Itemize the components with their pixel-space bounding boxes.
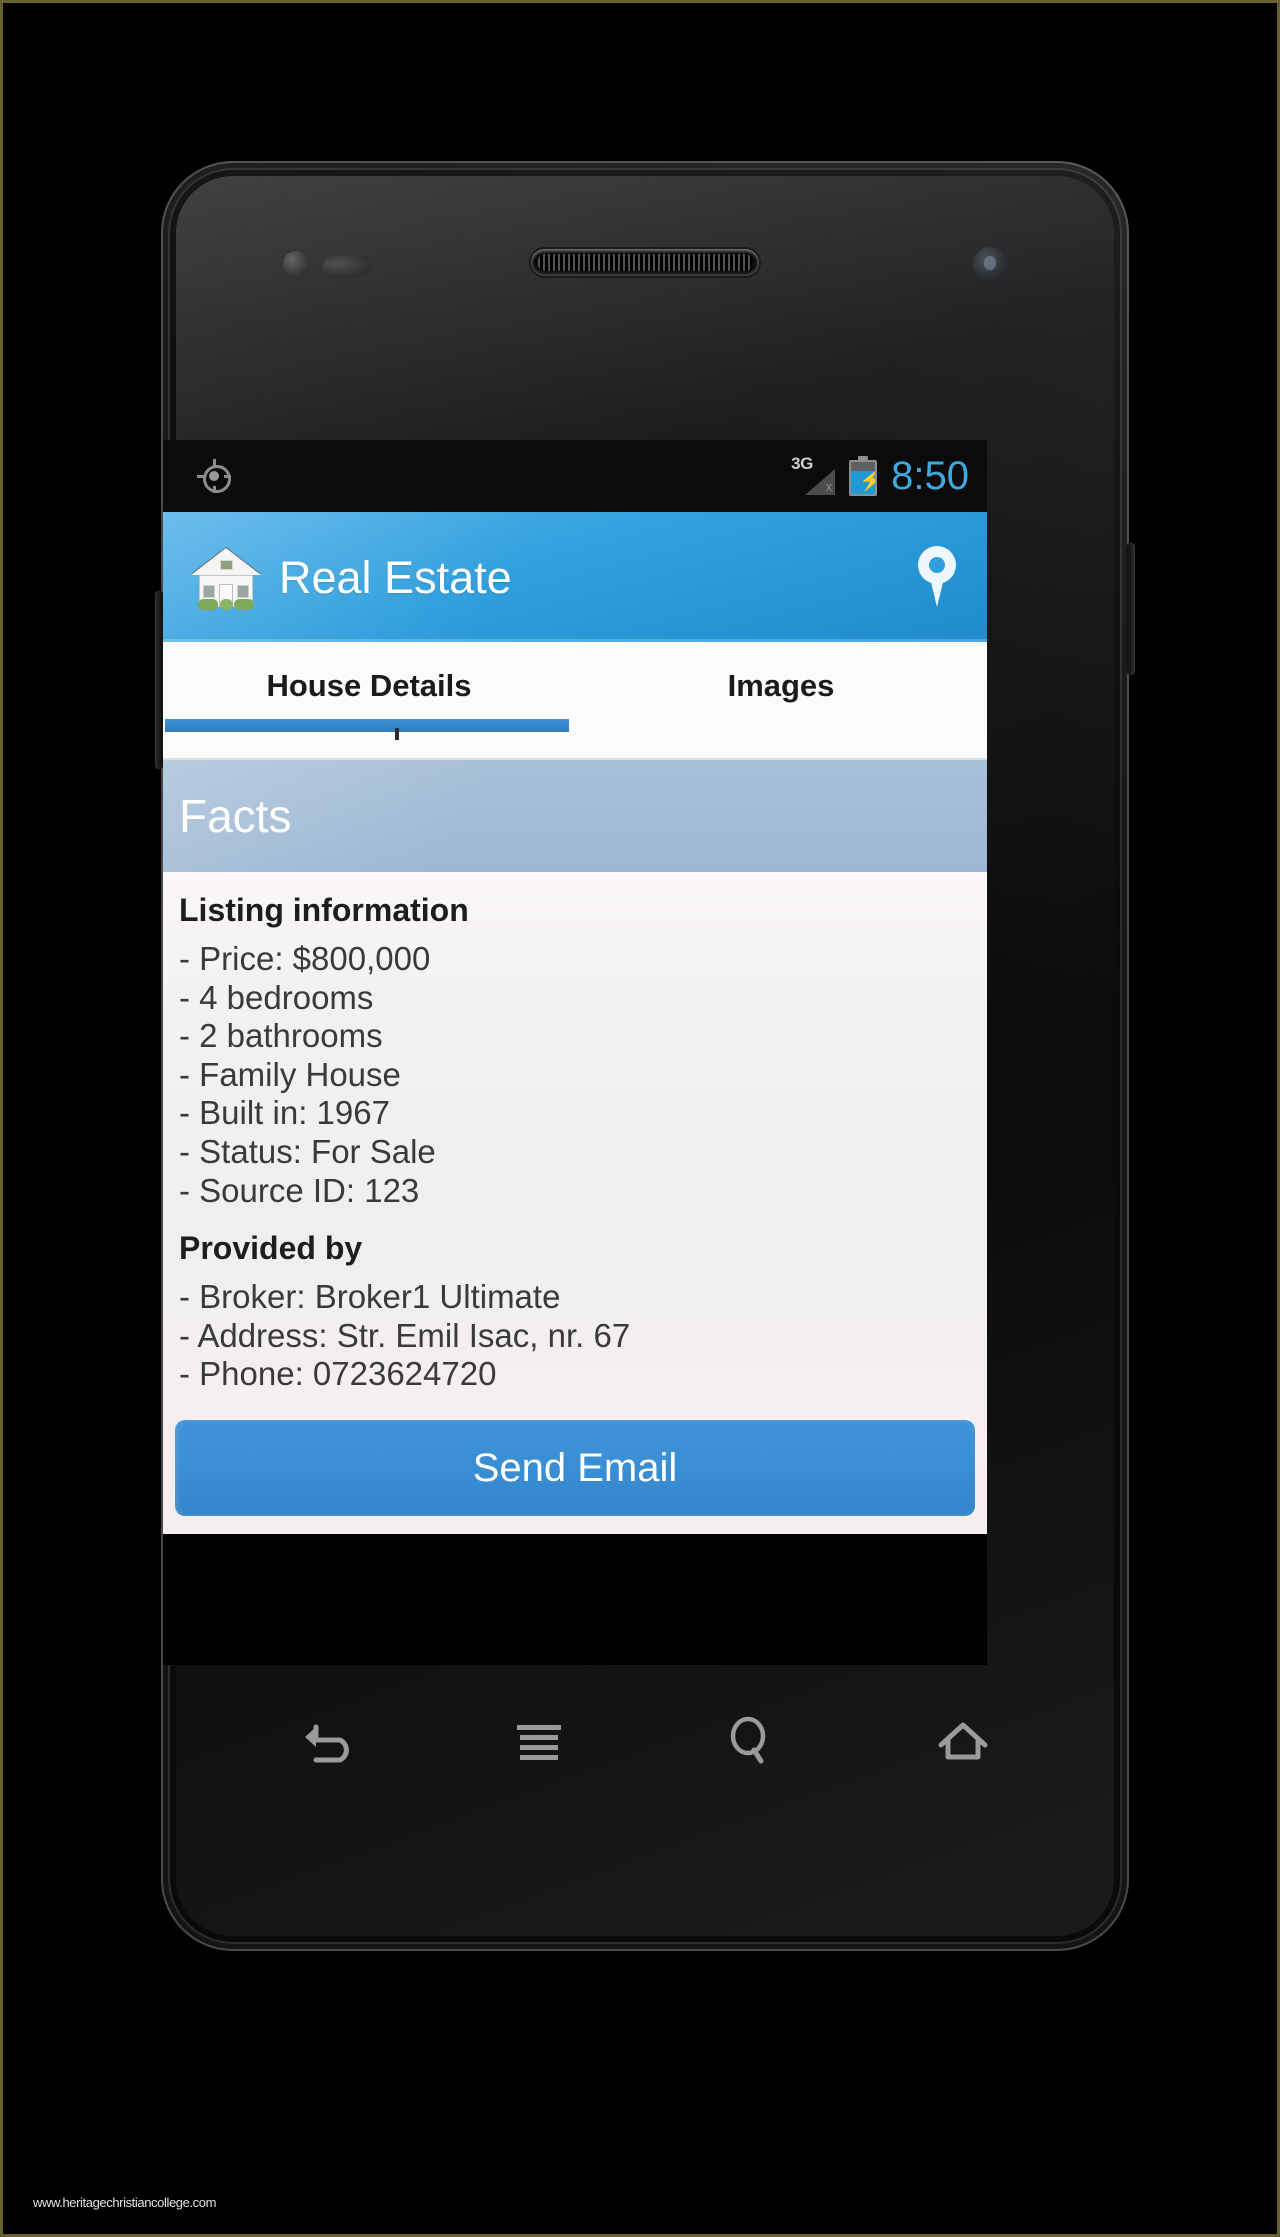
app-bar: Real Estate: [163, 512, 987, 642]
status-bar: 3G x ⚡ 8:50: [163, 440, 987, 512]
tab-bar: House Details Images: [163, 642, 987, 760]
map-pin-icon[interactable]: [915, 546, 959, 608]
menu-button[interactable]: [479, 1691, 599, 1791]
back-icon: [296, 1715, 358, 1767]
list-item: - Built in: 1967: [179, 1094, 390, 1132]
list-item: - Family House: [179, 1055, 401, 1093]
no-signal-x-icon: x: [825, 479, 833, 494]
back-button[interactable]: [267, 1691, 387, 1791]
list-item: - 2 bathrooms: [179, 1017, 383, 1055]
list-item: - Phone: 0723624720: [179, 1355, 497, 1393]
page-frame: 3G x ⚡ 8:50: [0, 0, 1280, 2237]
proximity-sensor-icon: [283, 251, 309, 277]
tab-images[interactable]: Images: [575, 642, 987, 760]
facts-section-title: Facts: [179, 790, 292, 842]
search-icon: [723, 1714, 779, 1768]
gps-crosshair-icon: [197, 459, 231, 493]
tab-active-indicator: [165, 719, 569, 732]
power-button[interactable]: [1126, 543, 1135, 675]
details-content: Listing information - Price: $800,000 - …: [163, 872, 987, 1535]
search-button[interactable]: [691, 1691, 811, 1791]
status-bar-left: [197, 459, 231, 493]
phone-device: 3G x ⚡ 8:50: [155, 161, 1135, 1951]
house-icon: [189, 540, 263, 614]
watermark-text: www.heritagechristiancollege.com: [33, 2195, 217, 2210]
home-button[interactable]: [903, 1691, 1023, 1791]
signal-strength-icon: 3G x: [791, 455, 836, 495]
phone-screen: 3G x ⚡ 8:50: [163, 440, 987, 1665]
app-title: Real Estate: [279, 551, 512, 603]
status-bar-right: 3G x ⚡ 8:50: [791, 454, 969, 498]
light-sensor-icon: [323, 255, 371, 277]
tab-images-label: Images: [727, 668, 835, 703]
list-item: - Address: Str. Emil Isac, nr. 67: [179, 1316, 631, 1354]
earpiece-mesh: [538, 254, 752, 271]
android-nav-bar: [221, 1681, 1069, 1801]
tab-house-details[interactable]: House Details: [163, 642, 575, 760]
provided-by-list: - Broker: Broker1 Ultimate - Address: St…: [163, 1278, 987, 1394]
list-item: - 4 bedrooms: [179, 978, 374, 1016]
front-camera-icon: [973, 247, 1007, 281]
group-title-provided-by: Provided by: [179, 1230, 363, 1267]
tab-caret-marker: [395, 728, 400, 740]
facts-section-header: Facts: [163, 760, 987, 872]
menu-icon: [511, 1716, 567, 1766]
listing-information-list: - Price: $800,000 - 4 bedrooms - 2 bathr…: [163, 940, 987, 1210]
tab-house-details-label: House Details: [266, 668, 472, 703]
battery-charging-icon: ⚡: [849, 456, 878, 496]
send-email-button-wrap: Send Email: [163, 1406, 987, 1534]
list-item: - Source ID: 123: [179, 1171, 420, 1209]
send-email-button[interactable]: Send Email: [175, 1420, 975, 1517]
earpiece-speaker: [531, 249, 759, 276]
list-item: - Price: $800,000: [179, 940, 431, 977]
home-icon: [933, 1715, 993, 1767]
group-title-listing-information: Listing information: [179, 892, 469, 928]
list-item: - Status: For Sale: [179, 1133, 436, 1171]
status-bar-clock: 8:50: [891, 454, 969, 498]
device-top-hardware: [161, 235, 1129, 289]
list-item: - Broker: Broker1 Ultimate: [179, 1278, 561, 1316]
